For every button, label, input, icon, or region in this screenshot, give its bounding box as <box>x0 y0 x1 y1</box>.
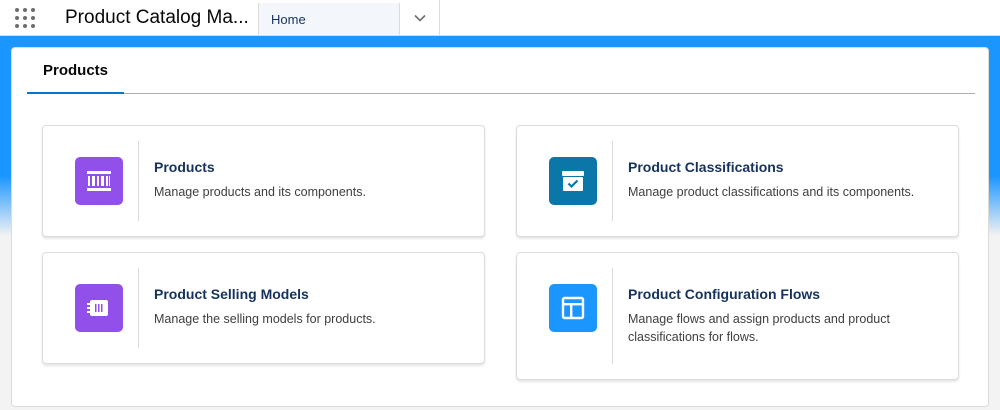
app-name: Product Catalog Ma... <box>65 6 249 28</box>
tile-product-configuration-flows[interactable]: Product Configuration Flows Manage flows… <box>516 252 959 380</box>
tile-divider <box>612 141 613 221</box>
chip-icon <box>75 284 123 332</box>
chevron-down-icon <box>413 14 426 22</box>
tile-description: Manage flows and assign products and pro… <box>628 312 890 344</box>
tile-divider <box>612 268 613 364</box>
tab-products[interactable]: Products <box>27 48 124 94</box>
tile-product-classifications[interactable]: Product Classifications Manage product c… <box>516 125 959 237</box>
tile-title[interactable]: Product Classifications <box>628 159 784 175</box>
nav-more-button[interactable] <box>400 0 440 35</box>
archive-box-icon <box>549 157 597 205</box>
tile-description: Manage the selling models for products. <box>154 312 376 326</box>
nav-tab-home[interactable]: Home <box>258 0 400 35</box>
panel-tabset: Products <box>27 48 975 94</box>
tile-divider <box>138 141 139 221</box>
tile-divider <box>138 268 139 348</box>
products-panel: Products Products Manage products and it… <box>11 47 989 407</box>
app-launcher-button[interactable] <box>0 0 50 35</box>
tile-title[interactable]: Product Configuration Flows <box>628 286 820 302</box>
tile-title[interactable]: Product Selling Models <box>154 286 309 302</box>
tile-description: Manage product classifications and its c… <box>628 185 915 199</box>
product-barcode-icon <box>75 157 123 205</box>
global-nav: Product Catalog Ma... Home <box>0 0 1000 36</box>
tile-products[interactable]: Products Manage products and its compone… <box>42 125 485 237</box>
layout-icon <box>549 284 597 332</box>
nav-tab-label: Home <box>271 11 306 27</box>
tile-title[interactable]: Products <box>154 159 215 175</box>
tile-product-selling-models[interactable]: Product Selling Models Manage the sellin… <box>42 252 485 364</box>
tile-description: Manage products and its components. <box>154 185 366 199</box>
app-launcher-icon <box>15 7 35 28</box>
